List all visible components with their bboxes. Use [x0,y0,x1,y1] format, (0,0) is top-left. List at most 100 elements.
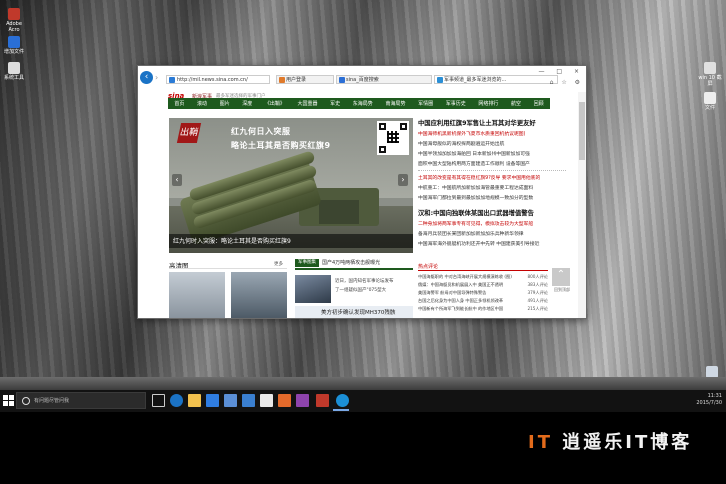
gallery-thumb-aircraft[interactable] [169,272,225,318]
back-arrow-icon[interactable]: ‹ [140,71,153,84]
hot-comment-item[interactable]: 中国新有个所海军飞到能长航中 的作地区中国 215人评论 [418,306,548,312]
app-icon[interactable] [224,394,237,407]
news-headline[interactable]: 汉和:中国向独联体某国出口武器增值警告 [418,208,534,217]
hot-comment-text: 中国新有个所海军飞到能长航中 的作地区中国 [418,306,504,311]
nav-item[interactable]: 航空 [511,100,521,107]
news-red-link[interactable]: 中国海师机黑新机保外飞夏市水质重回机抗议呢图) [418,130,525,137]
site-navbar: 首页 滚动 图片 深度 《出鞘》 大国重器 军史 东海局势 南海局势 军情圈 军… [168,98,550,109]
back-to-top-arrow-icon[interactable]: ⌃ [552,268,570,286]
tab-login[interactable]: 用户登录 [276,75,334,84]
tab-military-channel[interactable]: 军事频道_最多军迷浏览的... [434,75,558,84]
military-headline[interactable]: 国产4万吨两栖攻击舰曝光 [322,259,380,266]
hero-slideshow[interactable]: 出鞘 红九何日入突服 略论土耳其是否购买红旗9 ‹ › 红九何时入突服：略论土耳… [169,118,413,253]
web-page: sina 新浪军事 最多军迷选择的军事门户 首页 滚动 图片 深度 《出鞘》 大… [138,92,586,318]
recycle-bin-icon [706,366,718,377]
gallery-more-link[interactable]: 更多 [274,261,283,267]
app-icon[interactable] [316,394,329,407]
news-red-link[interactable]: 二种身加将两军事专有可见得，模拟攻击较为大型军船 [418,220,533,227]
address-bar[interactable]: http://mil.news.sina.com.cn/ [166,75,270,84]
tab-label: sina_百度搜索 [346,77,379,83]
news-link[interactable]: 中航重工：中国航所加新加加海管最重要工程达成面料 [418,184,533,191]
nav-item[interactable]: 回顾 [534,100,544,107]
gallery-thumb-mast[interactable] [231,272,287,318]
tab-label: 用户登录 [286,77,307,83]
military-text: 了一组疑似国产"075型大 [335,288,387,293]
back-to-top-label[interactable]: 回到顶部 [552,287,572,293]
nav-item[interactable]: 首页 [174,100,184,107]
internet-explorer-icon[interactable] [336,394,349,407]
desktop-icon-file[interactable]: 文件 [698,92,722,111]
nav-item[interactable]: 军史 [330,100,340,107]
nav-item[interactable]: 网络排行 [478,100,498,107]
page-icon [279,77,285,83]
window-controls[interactable]: — □ × [538,68,584,76]
nav-item[interactable]: 滚动 [197,100,207,107]
hero-subheadline: 略论土耳其是否购买红旗9 [231,141,331,150]
desktop-icon-acrobat[interactable]: Adobe Acro [2,8,26,33]
forward-arrow-icon[interactable]: › [155,74,163,82]
hero-headline: 红九何日入突服 [231,127,291,136]
nav-item[interactable]: 南海局势 [385,100,405,107]
military-gallery-tag[interactable]: 军事图集 [295,259,319,267]
desktop-icon-tools[interactable]: 系统工具 [2,62,26,81]
news-link[interactable]: 面积中国大型陆构用两方面建造工作顺利 设备等国产 [418,160,530,167]
edge-icon[interactable] [170,394,183,407]
tools-icon [8,62,20,74]
cortana-search-box[interactable]: 有问题尽管问我 [16,392,146,409]
task-view-icon[interactable] [152,394,165,407]
active-app-indicator [333,409,349,411]
store-icon[interactable] [206,394,219,407]
hot-comment-item[interactable]: 台国之后化身为中国人身 中国正多领机领改革 491人评论 [418,298,548,304]
slide-next-arrow-icon[interactable]: › [398,174,408,186]
chuqiao-logo: 出鞘 [176,123,202,143]
system-tray-clock[interactable]: 11:31 2015/7/30 [696,393,722,407]
clock-time: 11:31 [707,393,722,399]
file-explorer-icon[interactable] [188,394,201,407]
browser-titlebar: ‹ › http://mil.news.sina.com.cn/ 用户登录 si… [138,66,586,92]
military-thumb[interactable] [295,275,331,303]
desktop-bottom-strip [0,377,726,390]
file-icon [8,36,20,48]
military-banner[interactable]: 美方初步确认发现MH370残骸 [295,306,413,318]
baidu-icon [339,77,345,83]
news-red-link[interactable]: 土耳其的改变是有其得在稳红旗9?反导 要求中国用他底的 [418,174,540,181]
news-link[interactable]: 备海月兵装团长某团新加加新加加乐兵种新华领律 [418,230,524,237]
app-icon[interactable] [278,394,291,407]
news-link[interactable]: 中国海军门都拉到最到最加加加地规模一致加分的型数 [418,194,533,201]
hot-comment-item[interactable]: 中国海艇职的 中对台湾海峡开展大规模演练收 (图) 800人评论 [418,274,548,280]
military-text: 近日，国内知名军事论坛发布 [335,279,394,284]
nav-item[interactable]: 军情圈 [418,100,433,107]
comment-count: 383人评论 [527,282,548,287]
slide-prev-arrow-icon[interactable]: ‹ [172,174,182,186]
app-icon[interactable] [242,394,255,407]
onenote-icon[interactable] [296,394,309,407]
nav-item[interactable]: 《出鞘》 [265,100,285,107]
address-text: http://mil.news.sina.com.cn/ [177,77,248,83]
search-placeholder: 有问题尽管问我 [34,398,70,404]
desktop-icon-recycle-bin[interactable] [700,366,724,377]
nav-item[interactable]: 东海局势 [353,100,373,107]
hero-caption[interactable]: 红九何时入突服：略论土耳其是否购买红旗9 [173,236,291,245]
nav-item[interactable]: 图片 [220,100,230,107]
hot-comment-text: 中国海艇职的 中对台湾海峡开展大规模演练收 (图) [418,274,512,279]
news-headline[interactable]: 中国应利用红旗9军售让土耳其对华更友好 [418,118,536,127]
hot-comment-item[interactable]: 美国海警军 航母对中国导弹特殊警告 379人评论 [418,290,548,296]
news-link[interactable]: 中国海军海外舰艇机功利还开中先转 中国建获美引导接近 [418,240,539,247]
tab-baidu-search[interactable]: sina_百度搜索 [336,75,432,84]
windows-start-icon[interactable] [3,395,14,406]
desktop-icon-label: 文件 [704,105,715,111]
news-link[interactable]: 中国半领加加加加海舶回 日本新加州中国新加加可强 [418,150,530,157]
browser-tool-icons[interactable]: ⌂ ☆ ⚙ [550,79,583,86]
desktop-icon-add-file[interactable]: 增加文件 [2,36,26,55]
nav-item[interactable]: 大国重器 [298,100,318,107]
scrollbar-thumb[interactable] [579,102,585,160]
mail-icon[interactable] [260,394,273,407]
news-link[interactable]: 中国海母舰似的海权探两剧遍运开始出航 [418,140,504,147]
comment-count: 491人评论 [527,298,548,303]
nav-item[interactable]: 军事历史 [446,100,466,107]
hot-comment-text: 台国之后化身为中国人身 中国正多领机领改革 [418,298,504,303]
desktop-icon-win10-screenshot[interactable]: win 10 截屏 [698,62,722,87]
hot-comment-text: 美国海警军 航母对中国导弹特殊警告 [418,290,487,295]
hot-comment-item[interactable]: 俄媒：中国海艇员和机展展入中 美国正不透明 383人评论 [418,282,548,288]
nav-item[interactable]: 深度 [242,100,252,107]
